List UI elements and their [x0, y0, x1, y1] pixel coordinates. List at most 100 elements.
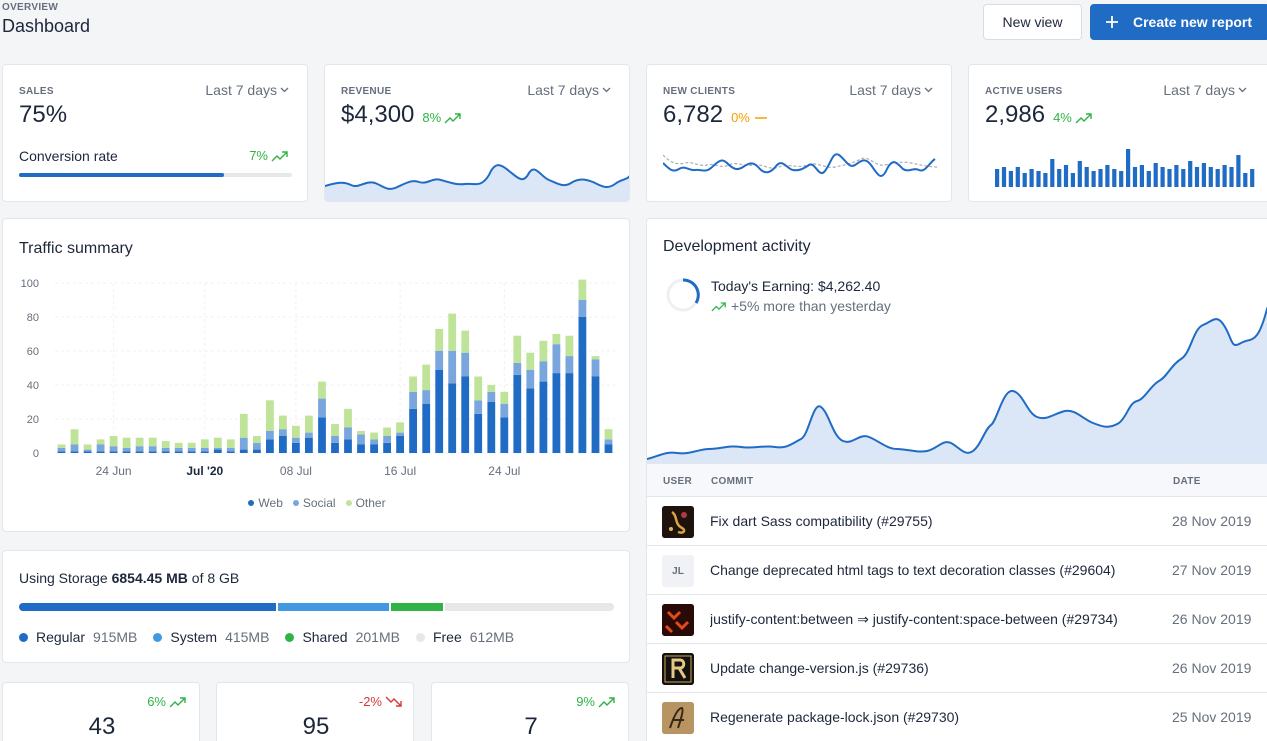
bar-social[interactable] [109, 446, 118, 452]
bar-web[interactable] [305, 437, 313, 453]
bar-other[interactable] [253, 436, 261, 443]
bar-social[interactable] [266, 430, 274, 440]
sales-range-dropdown[interactable]: Last 7 days [205, 82, 289, 98]
table-row[interactable]: Fix dart Sass compatibility (#29755) 28 … [647, 496, 1267, 545]
commit-message[interactable]: justify-content:between ⇒ justify-conten… [710, 611, 1150, 628]
bar-web[interactable] [591, 376, 600, 454]
new-clients-range-dropdown[interactable]: Last 7 days [849, 82, 933, 98]
bar-web[interactable] [83, 451, 92, 453]
bar-other[interactable] [344, 408, 352, 428]
bar-social[interactable] [422, 390, 431, 404]
bar-other[interactable] [435, 328, 444, 351]
bar-web[interactable] [344, 439, 352, 453]
bar-social[interactable] [552, 344, 561, 374]
bar-other[interactable] [279, 415, 287, 430]
legend-social[interactable]: Social [292, 496, 336, 510]
bar-other[interactable] [200, 439, 209, 448]
bar-social[interactable] [526, 369, 535, 389]
bar-social[interactable] [487, 391, 496, 402]
bar-other[interactable] [70, 429, 79, 445]
bar-other[interactable] [305, 415, 313, 433]
bar-web[interactable] [213, 449, 222, 453]
bar-social[interactable] [500, 403, 509, 418]
bar-web[interactable] [448, 383, 457, 453]
bar-other[interactable] [539, 340, 548, 362]
bar-other[interactable] [422, 364, 431, 391]
bar-social[interactable] [435, 351, 444, 370]
bar-web[interactable] [461, 376, 470, 454]
bar-web[interactable] [266, 439, 274, 453]
bar-other[interactable] [213, 437, 222, 448]
bar-social[interactable] [96, 444, 105, 452]
table-row[interactable]: justify-content:between ⇒ justify-conten… [647, 594, 1267, 643]
bar-other[interactable] [370, 432, 378, 440]
bar-web[interactable] [552, 373, 561, 453]
bar-other[interactable] [461, 330, 470, 353]
bar-web[interactable] [57, 451, 66, 453]
new-view-button[interactable]: New view [983, 4, 1082, 40]
bar-other[interactable] [383, 427, 391, 437]
bar-web[interactable] [409, 408, 417, 453]
bar-other[interactable] [474, 376, 483, 401]
bar-social[interactable] [591, 359, 600, 377]
bar-web[interactable] [331, 442, 339, 453]
bar-web[interactable] [474, 413, 483, 453]
bar-social[interactable] [200, 447, 209, 452]
bar-social[interactable] [279, 429, 287, 436]
bar-other[interactable] [578, 279, 587, 300]
bar-web[interactable] [279, 436, 287, 453]
bar-social[interactable] [539, 361, 548, 382]
bar-other[interactable] [526, 352, 535, 370]
bar-web[interactable] [513, 374, 522, 453]
bar-web[interactable] [370, 444, 378, 454]
active-users-range-dropdown[interactable]: Last 7 days [1163, 82, 1247, 98]
bar-web[interactable] [604, 444, 613, 454]
bar-web[interactable] [396, 436, 404, 453]
bar-social[interactable] [57, 447, 66, 452]
bar-other[interactable] [174, 442, 183, 448]
bar-social[interactable] [331, 436, 339, 443]
bar-other[interactable] [604, 429, 613, 440]
bar-web[interactable] [200, 451, 209, 453]
bar-social[interactable] [344, 427, 352, 440]
bar-web[interactable] [539, 381, 548, 453]
legend-web[interactable]: Web [248, 496, 283, 510]
bar-web[interactable] [500, 417, 509, 453]
bar-web[interactable] [422, 403, 431, 453]
table-row[interactable]: Update change-version.js (#29736) 26 Nov… [647, 643, 1267, 692]
commit-message[interactable]: Change deprecated html tags to text deco… [710, 562, 1150, 578]
bar-other[interactable] [396, 422, 404, 433]
bar-social[interactable] [305, 432, 313, 438]
bar-social[interactable] [253, 442, 261, 450]
commit-message[interactable]: Fix dart Sass compatibility (#29755) [710, 513, 1150, 529]
bar-web[interactable] [526, 388, 535, 453]
bar-web[interactable] [487, 402, 496, 453]
bar-web[interactable] [161, 451, 170, 453]
bar-other[interactable] [331, 424, 339, 436]
bar-social[interactable] [83, 449, 92, 452]
bar-social[interactable] [318, 398, 326, 418]
bar-other[interactable] [148, 437, 157, 447]
bar-social[interactable] [383, 436, 391, 443]
bar-web[interactable] [383, 442, 391, 453]
bar-other[interactable] [226, 439, 235, 448]
bar-web[interactable] [109, 451, 118, 453]
bar-social[interactable] [213, 447, 222, 450]
bar-web[interactable] [70, 451, 79, 453]
bar-social[interactable] [239, 437, 248, 450]
bar-web[interactable] [187, 451, 196, 453]
bar-social[interactable] [474, 400, 483, 414]
bar-other[interactable] [318, 381, 326, 399]
legend-other[interactable]: Other [345, 496, 386, 510]
bar-social[interactable] [148, 446, 157, 452]
table-row[interactable]: JL Change deprecated html tags to text d… [647, 545, 1267, 594]
bar-other[interactable] [187, 442, 196, 448]
bar-other[interactable] [161, 441, 170, 448]
bar-other[interactable] [565, 335, 574, 357]
bar-social[interactable] [174, 447, 183, 452]
bar-other[interactable] [448, 313, 457, 351]
bar-other[interactable] [591, 356, 600, 360]
bar-social[interactable] [292, 437, 300, 443]
bar-social[interactable] [565, 356, 574, 374]
bar-other[interactable] [135, 437, 144, 447]
